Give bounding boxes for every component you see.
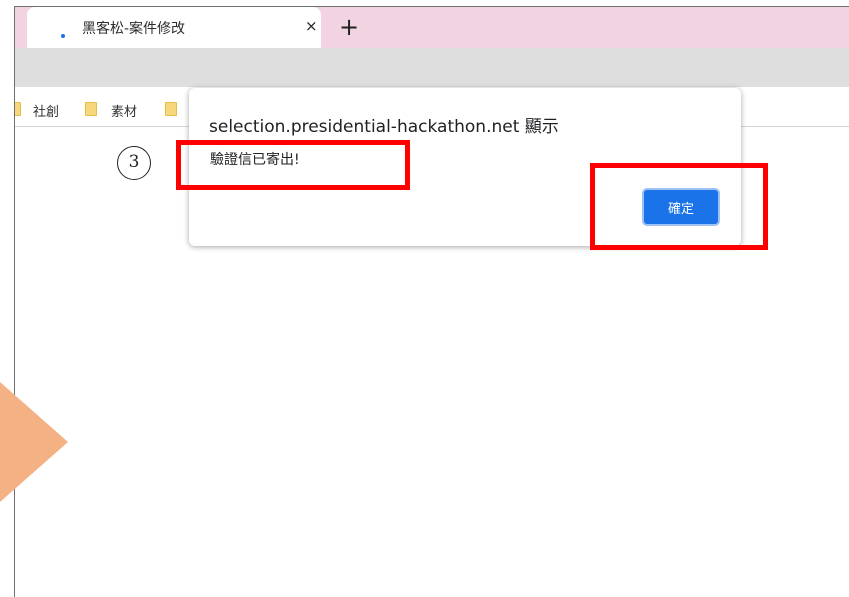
- tab-strip: 黑客松-案件修改 × +: [15, 7, 849, 48]
- bookmark-social[interactable]: 社創: [33, 101, 59, 120]
- loading-dot-icon: [61, 34, 65, 38]
- dialog-title: selection.presidential-hackathon.net 顯示: [209, 117, 559, 137]
- folder-icon: [85, 102, 97, 116]
- step-number-badge: 3: [117, 146, 151, 180]
- folder-icon[interactable]: [165, 102, 177, 116]
- address-toolbar: [15, 48, 849, 87]
- new-tab-icon[interactable]: +: [339, 13, 359, 41]
- ok-button-highlight-box: [590, 163, 768, 250]
- folder-icon: [15, 102, 21, 116]
- tab-title: 黑客松-案件修改: [82, 21, 186, 37]
- close-icon[interactable]: ×: [305, 17, 318, 35]
- message-highlight-box: [176, 140, 410, 190]
- arrow-chevron-icon: [0, 382, 68, 502]
- bookmark-material[interactable]: 素材: [111, 101, 137, 120]
- browser-tab[interactable]: 黑客松-案件修改 ×: [27, 7, 321, 48]
